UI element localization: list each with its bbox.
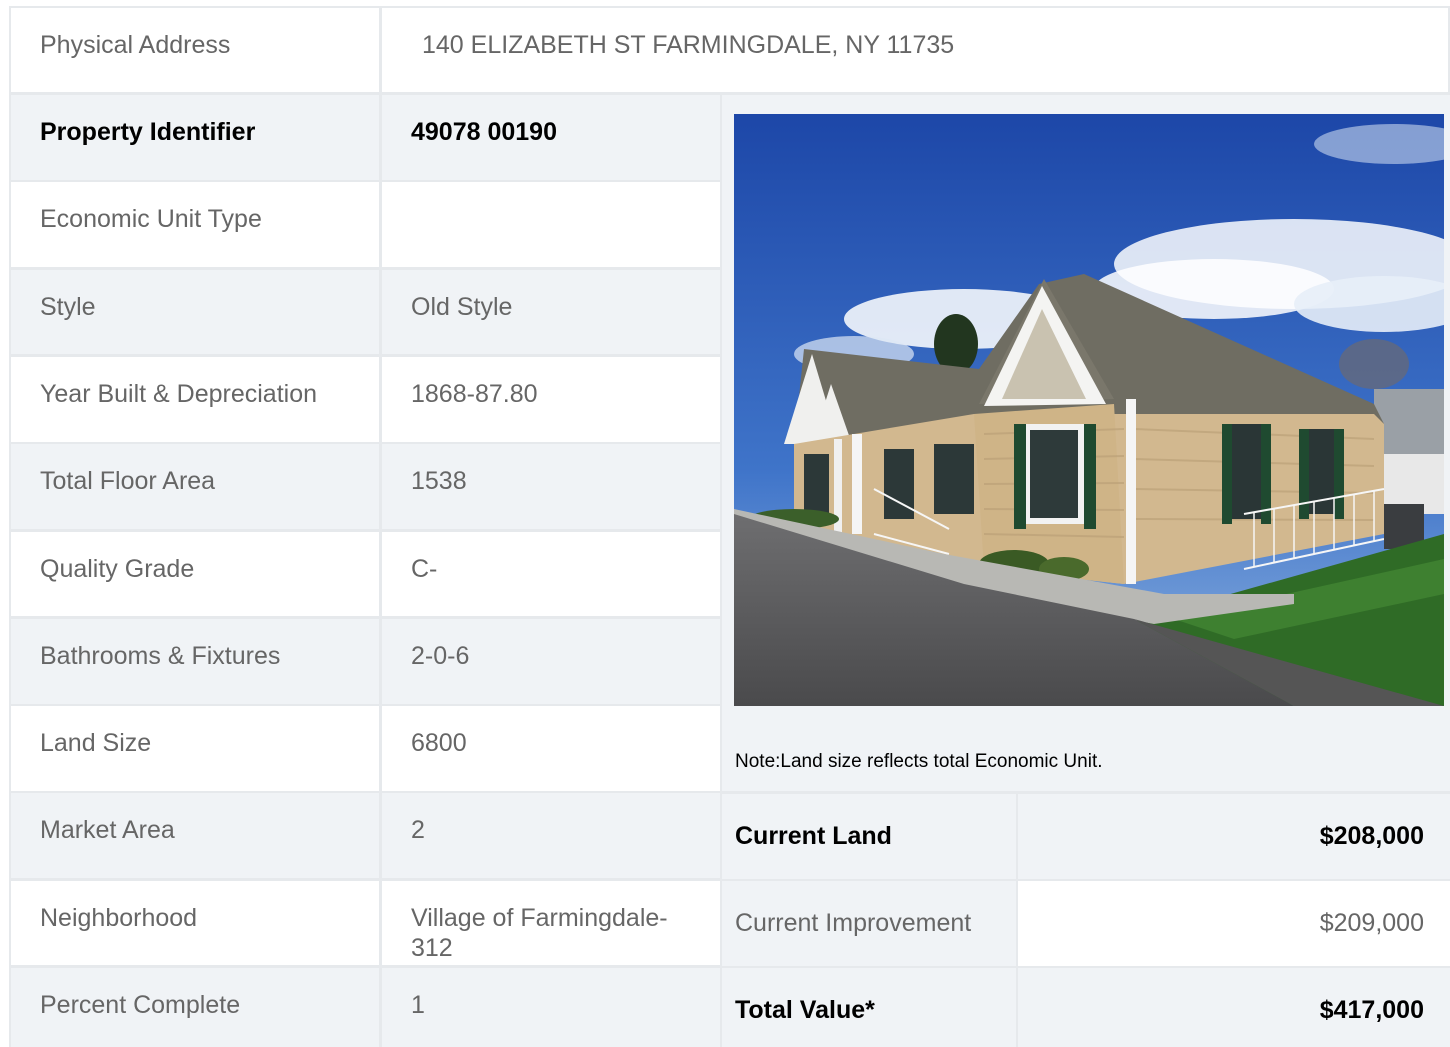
row-value-cell: 1538 <box>382 444 720 529</box>
valuation-label: Current Improvement <box>735 908 972 937</box>
valuation-label: Current Land <box>735 821 892 850</box>
photo-panel: Note:Land size reflects total Economic U… <box>722 95 1450 791</box>
valuation-value-cell: $208,000 <box>1018 794 1450 879</box>
row-value: 1868-87.80 <box>411 379 538 408</box>
row-label: Property Identifier <box>40 118 256 146</box>
row-label: Year Built & Depreciation <box>40 379 318 408</box>
row-value-cell: 2-0-6 <box>382 618 720 704</box>
row-value: Old Style <box>411 292 513 321</box>
row-label: Percent Complete <box>40 991 241 1019</box>
row-label: Quality Grade <box>40 554 195 583</box>
row-value: Village of Farmingdale-312 <box>411 903 668 962</box>
row-label-cell: Style <box>11 269 379 355</box>
row-label: Land Size <box>40 729 152 758</box>
row-value-cell: 2 <box>382 793 720 879</box>
row-value: 1 <box>411 991 425 1019</box>
row-label-cell: Market Area <box>11 793 379 879</box>
row-value-cell: 1868-87.80 <box>382 356 720 442</box>
row-value: 49078 00190 <box>411 118 557 146</box>
property-record-table: Physical Address 140 ELIZABETH ST FARMIN… <box>9 6 1450 1047</box>
row-label-cell: Property Identifier <box>11 95 379 180</box>
row-label: Style <box>40 292 96 321</box>
valuation-value: $208,000 <box>1319 821 1424 850</box>
row-value: 6800 <box>411 729 467 758</box>
valuation-label-cell: Current Improvement <box>722 881 1016 966</box>
address-value: 140 ELIZABETH ST FARMINGDALE, NY 11735 <box>422 31 955 59</box>
row-label: Economic Unit Type <box>40 205 262 234</box>
row-label: Market Area <box>40 816 175 845</box>
row-label-cell: Quality Grade <box>11 531 379 617</box>
row-label-cell: Percent Complete <box>11 968 379 1047</box>
row-label: Total Floor Area <box>40 467 216 496</box>
row-label-cell: Neighborhood <box>11 880 379 966</box>
house-photo <box>734 114 1444 706</box>
row-label: Neighborhood <box>40 903 198 932</box>
valuation-label: Total Value* <box>735 995 875 1024</box>
row-value-cell <box>382 182 720 268</box>
row-label-cell: Economic Unit Type <box>11 182 379 268</box>
row-value-cell: 1 <box>382 968 720 1047</box>
row-value-cell: Village of Farmingdale-312 <box>382 880 720 966</box>
row-value-cell: 49078 00190 <box>382 95 720 180</box>
valuation-label-cell: Current Land <box>722 794 1016 879</box>
address-label: Physical Address <box>40 31 231 59</box>
row-value: 2 <box>411 816 425 845</box>
row-value-cell: 6800 <box>382 706 720 791</box>
row-value: C- <box>411 554 438 583</box>
valuation-value: $209,000 <box>1319 908 1424 937</box>
row-label-cell: Total Floor Area <box>11 444 379 529</box>
valuation-value: $417,000 <box>1319 995 1424 1024</box>
row-value-cell: C- <box>382 531 720 617</box>
row-value: 2-0-6 <box>411 641 470 670</box>
row-label-cell: Land Size <box>11 706 379 791</box>
row-label-cell: Bathrooms & Fixtures <box>11 618 379 704</box>
row-value-cell: Old Style <box>382 269 720 355</box>
valuation-value-cell: $209,000 <box>1018 881 1450 966</box>
row-label-cell: Year Built & Depreciation <box>11 356 379 442</box>
land-size-note: Note:Land size reflects total Economic U… <box>735 751 1103 772</box>
row-label: Bathrooms & Fixtures <box>40 641 281 670</box>
address-value-cell: 140 ELIZABETH ST FARMINGDALE, NY 11735 <box>382 8 1448 92</box>
address-label-cell: Physical Address <box>11 8 379 92</box>
row-value: 1538 <box>411 467 467 496</box>
valuation-value-cell: $417,000 <box>1018 968 1450 1047</box>
valuation-label-cell: Total Value* <box>722 968 1016 1047</box>
